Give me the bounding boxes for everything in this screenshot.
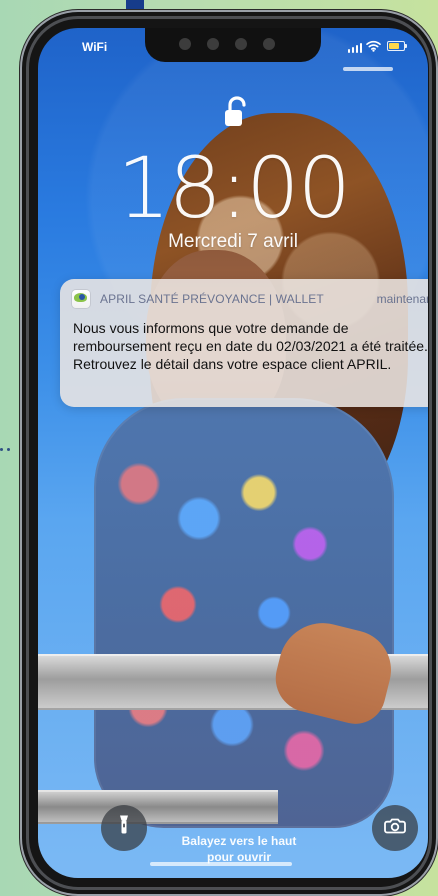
edge-accent	[126, 0, 144, 10]
battery-icon	[387, 41, 407, 51]
edge-dots	[0, 448, 16, 454]
notification-message: Nous vous informons que votre demande de…	[73, 320, 428, 372]
carrier-label: WiFi	[82, 40, 108, 54]
photo-dress	[94, 398, 394, 828]
home-indicator	[150, 862, 292, 866]
camera-icon	[384, 817, 406, 840]
camera-button[interactable]	[372, 805, 418, 851]
swipe-line-1: Balayez vers le haut	[181, 834, 297, 848]
notification-app-name: APRIL SANTÉ PRÉVOYANCE | WALLET	[100, 292, 324, 306]
top-indicator	[343, 67, 393, 71]
swipe-instruction: Balayez vers le haut pour ouvrir	[164, 833, 314, 865]
status-icons	[348, 39, 407, 53]
photo-bottom-rail	[38, 790, 278, 824]
notification-time: maintenant	[376, 292, 428, 306]
app-icon	[72, 290, 90, 308]
lock-icon	[222, 95, 248, 131]
wifi-icon	[366, 40, 381, 52]
flashlight-icon	[116, 814, 132, 843]
lock-screen: WiFi 18:00 Mercredi 7 avril APRIL SANTÉ …	[38, 28, 428, 878]
notification-header: APRIL SANTÉ PRÉVOYANCE | WALLET maintena…	[72, 290, 428, 312]
flashlight-button[interactable]	[101, 805, 147, 851]
status-bar: WiFi	[38, 28, 428, 62]
notification-card[interactable]: APRIL SANTÉ PRÉVOYANCE | WALLET maintena…	[60, 279, 428, 407]
lock-date: Mercredi 7 avril	[168, 231, 298, 252]
signal-icon	[348, 41, 362, 53]
lock-time: 18:00	[116, 139, 351, 237]
phone-frame: WiFi 18:00 Mercredi 7 avril APRIL SANTÉ …	[20, 10, 438, 896]
